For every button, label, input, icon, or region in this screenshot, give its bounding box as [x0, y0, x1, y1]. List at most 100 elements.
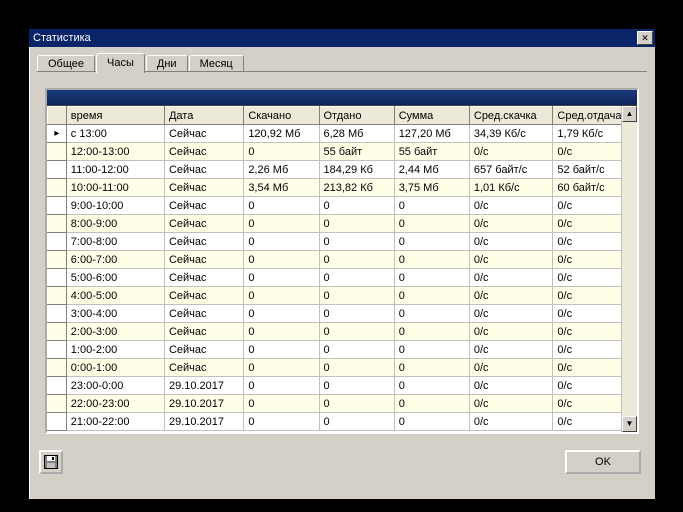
grid-table: времяДатаСкачаноОтданоСуммаСред.скачкаСр… — [47, 106, 637, 431]
tab-2[interactable]: Дни — [146, 55, 188, 72]
cell-date: Сейчас — [164, 215, 243, 233]
row-indicator[interactable] — [48, 179, 67, 197]
row-indicator[interactable] — [48, 161, 67, 179]
cell-down: 0 — [244, 197, 319, 215]
cell-sum: 0 — [394, 395, 469, 413]
row-indicator[interactable] — [48, 215, 67, 233]
cell-down: 0 — [244, 305, 319, 323]
table-row[interactable]: 22:00-23:0029.10.20170000/c0/c — [48, 395, 637, 413]
row-indicator[interactable] — [48, 413, 67, 431]
cell-time: 23:00-0:00 — [66, 377, 164, 395]
save-button[interactable] — [39, 450, 63, 474]
table-row[interactable]: 12:00-13:00Сейчас055 байт55 байт0/c0/c — [48, 143, 637, 161]
cell-sd: 34,39 Кб/c — [469, 125, 553, 143]
cell-up: 0 — [319, 359, 394, 377]
close-icon[interactable]: ✕ — [637, 31, 653, 45]
cell-sum: 0 — [394, 269, 469, 287]
cell-down: 0 — [244, 413, 319, 431]
cell-up: 0 — [319, 287, 394, 305]
table-row[interactable]: 7:00-8:00Сейчас0000/c0/c — [48, 233, 637, 251]
table-row[interactable]: 10:00-11:00Сейчас3,54 Мб213,82 Кб3,75 Мб… — [48, 179, 637, 197]
table-row[interactable]: 9:00-10:00Сейчас0000/c0/c — [48, 197, 637, 215]
cell-down: 0 — [244, 143, 319, 161]
tab-0[interactable]: Общее — [37, 55, 95, 72]
data-grid[interactable]: времяДатаСкачаноОтданоСуммаСред.скачкаСр… — [45, 88, 639, 434]
titlebar-buttons: ✕ — [637, 31, 653, 45]
cell-down: 2,26 Мб — [244, 161, 319, 179]
cell-time: 8:00-9:00 — [66, 215, 164, 233]
floppy-icon — [44, 455, 58, 469]
cell-up: 0 — [319, 413, 394, 431]
row-indicator[interactable]: ▸ — [48, 125, 67, 143]
table-row[interactable]: 3:00-4:00Сейчас0000/c0/c — [48, 305, 637, 323]
cell-time: 4:00-5:00 — [66, 287, 164, 305]
table-row[interactable]: 21:00-22:0029.10.20170000/c0/c — [48, 413, 637, 431]
table-row[interactable]: 6:00-7:00Сейчас0000/c0/c — [48, 251, 637, 269]
scroll-up-icon[interactable]: ▲ — [622, 106, 637, 122]
table-row[interactable]: 11:00-12:00Сейчас2,26 Мб184,29 Кб2,44 Мб… — [48, 161, 637, 179]
footer: OK — [29, 450, 655, 484]
cell-time: 21:00-22:00 — [66, 413, 164, 431]
cell-down: 120,92 Мб — [244, 125, 319, 143]
cell-date: Сейчас — [164, 269, 243, 287]
cell-up: 0 — [319, 305, 394, 323]
cell-sum: 0 — [394, 287, 469, 305]
column-header[interactable] — [48, 107, 67, 125]
table-row[interactable]: 1:00-2:00Сейчас0000/c0/c — [48, 341, 637, 359]
row-indicator[interactable] — [48, 341, 67, 359]
row-indicator[interactable] — [48, 233, 67, 251]
tab-3[interactable]: Месяц — [189, 55, 244, 72]
column-header[interactable]: Сумма — [394, 107, 469, 125]
cell-date: Сейчас — [164, 125, 243, 143]
table-row[interactable]: 8:00-9:00Сейчас0000/c0/c — [48, 215, 637, 233]
cell-date: Сейчас — [164, 287, 243, 305]
vertical-scrollbar[interactable]: ▲ ▼ — [621, 106, 637, 432]
row-indicator[interactable] — [48, 269, 67, 287]
table-row[interactable]: 23:00-0:0029.10.20170000/c0/c — [48, 377, 637, 395]
cell-up: 0 — [319, 323, 394, 341]
row-indicator[interactable] — [48, 323, 67, 341]
row-indicator[interactable] — [48, 305, 67, 323]
cell-sum: 55 байт — [394, 143, 469, 161]
column-header[interactable]: время — [66, 107, 164, 125]
tab-1[interactable]: Часы — [96, 53, 145, 73]
row-indicator[interactable] — [48, 287, 67, 305]
cell-sum: 0 — [394, 341, 469, 359]
cell-up: 0 — [319, 197, 394, 215]
cell-up: 0 — [319, 251, 394, 269]
row-indicator[interactable] — [48, 143, 67, 161]
cell-date: Сейчас — [164, 359, 243, 377]
cell-time: 9:00-10:00 — [66, 197, 164, 215]
table-row[interactable]: 0:00-1:00Сейчас0000/c0/c — [48, 359, 637, 377]
cell-date: Сейчас — [164, 305, 243, 323]
scroll-down-icon[interactable]: ▼ — [622, 416, 637, 432]
cell-sum: 0 — [394, 305, 469, 323]
cell-down: 0 — [244, 233, 319, 251]
cell-sum: 0 — [394, 413, 469, 431]
table-row[interactable]: 4:00-5:00Сейчас0000/c0/c — [48, 287, 637, 305]
row-indicator[interactable] — [48, 251, 67, 269]
column-header[interactable]: Скачано — [244, 107, 319, 125]
cell-sd: 0/c — [469, 143, 553, 161]
column-header[interactable]: Сред.скачка — [469, 107, 553, 125]
cell-sd: 1,01 Кб/c — [469, 179, 553, 197]
cell-time: 7:00-8:00 — [66, 233, 164, 251]
table-row[interactable]: 5:00-6:00Сейчас0000/c0/c — [48, 269, 637, 287]
cell-sum: 0 — [394, 377, 469, 395]
table-row[interactable]: ▸c 13:00Сейчас120,92 Мб6,28 Мб127,20 Мб3… — [48, 125, 637, 143]
row-indicator[interactable] — [48, 395, 67, 413]
column-header[interactable]: Отдано — [319, 107, 394, 125]
cell-down: 0 — [244, 341, 319, 359]
ok-button[interactable]: OK — [565, 450, 641, 474]
cell-down: 0 — [244, 323, 319, 341]
cell-sum: 0 — [394, 215, 469, 233]
titlebar[interactable]: Статистика ✕ — [29, 29, 655, 47]
column-header[interactable]: Дата — [164, 107, 243, 125]
row-indicator[interactable] — [48, 359, 67, 377]
row-indicator[interactable] — [48, 377, 67, 395]
cell-time: 0:00-1:00 — [66, 359, 164, 377]
table-row[interactable]: 2:00-3:00Сейчас0000/c0/c — [48, 323, 637, 341]
row-indicator[interactable] — [48, 197, 67, 215]
cell-sum: 0 — [394, 233, 469, 251]
cell-date: Сейчас — [164, 197, 243, 215]
